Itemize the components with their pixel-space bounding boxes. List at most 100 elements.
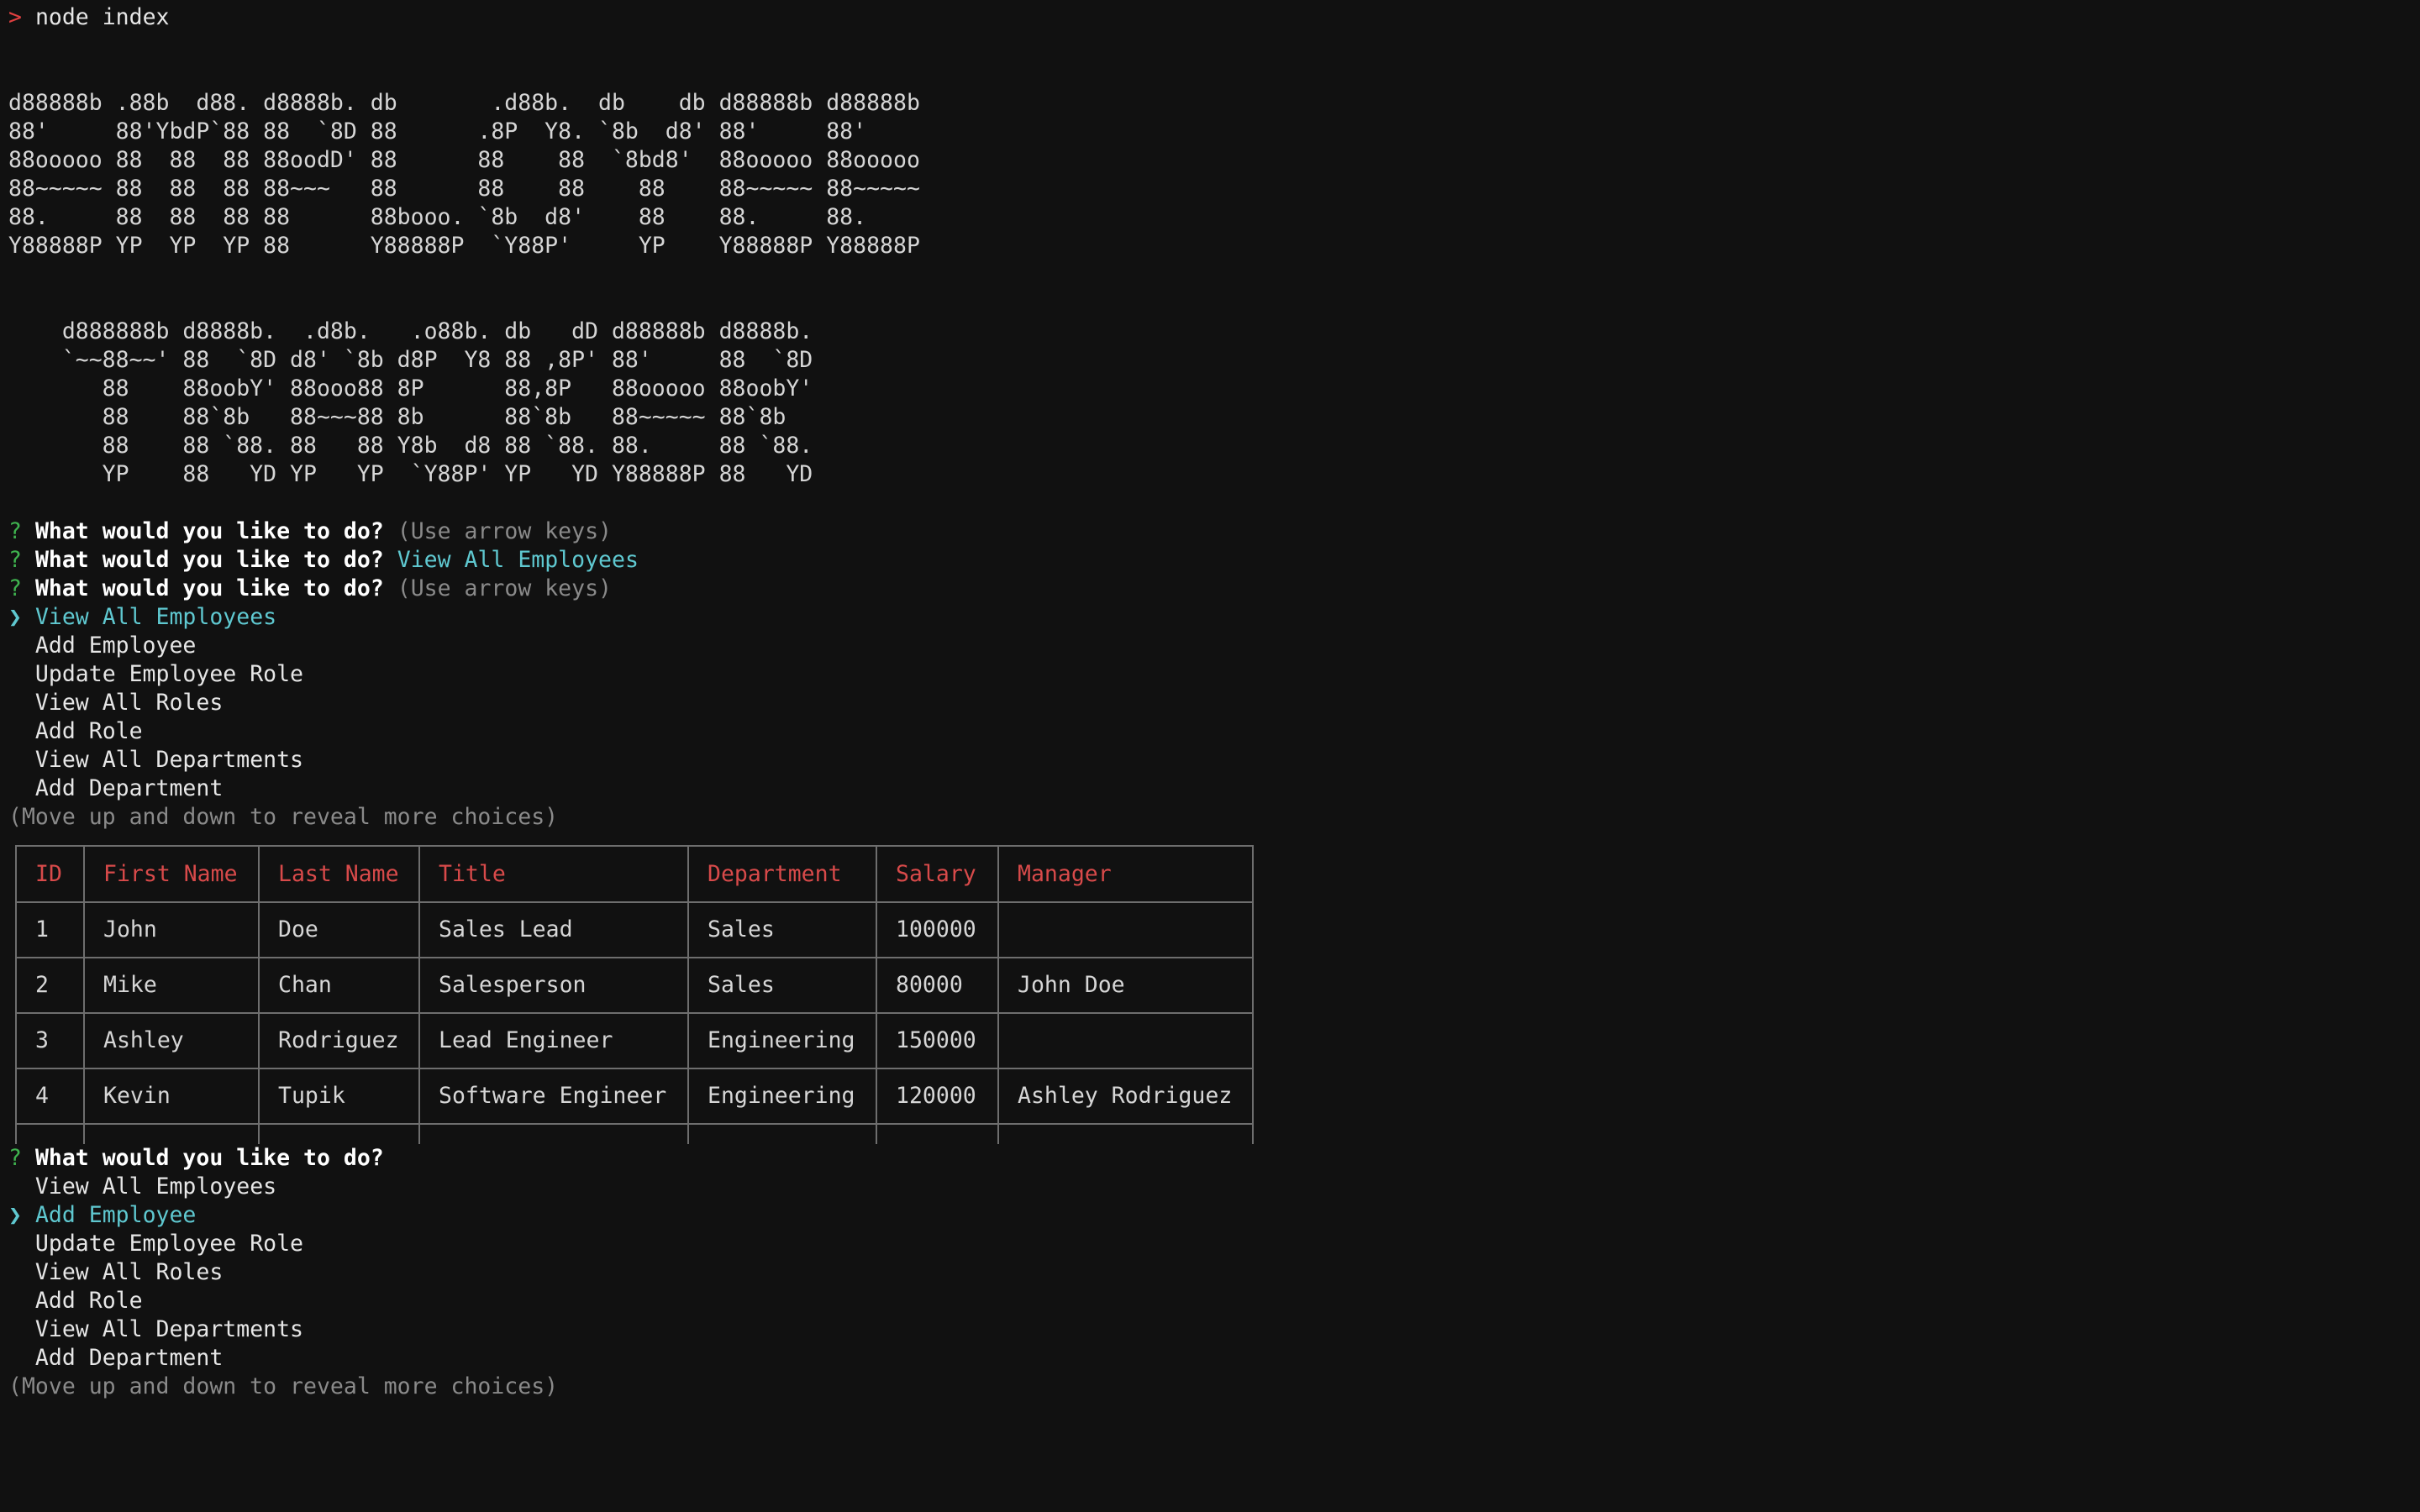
question-mark: ? bbox=[8, 547, 22, 573]
question-text: What would you like to do? bbox=[34, 575, 384, 601]
menu-item[interactable]: Add Role bbox=[8, 717, 143, 746]
table-cell: Software Engineer bbox=[418, 1068, 689, 1125]
menu-item-label: Add Department bbox=[34, 1345, 224, 1371]
table-cell: Sales Lead bbox=[418, 901, 689, 958]
prompt-line: ? What would you like to do? bbox=[8, 1144, 384, 1173]
table-cell: Chan bbox=[258, 957, 420, 1014]
menu-item-selected[interactable]: ❯ View All Employees bbox=[8, 603, 276, 632]
table-cell: Lead Engineer bbox=[418, 1012, 689, 1069]
command-text: node index bbox=[34, 4, 170, 30]
menu-item[interactable]: Update Employee Role bbox=[8, 1230, 303, 1258]
menu-item[interactable]: View All Employees bbox=[8, 1173, 276, 1201]
menu-item[interactable]: View All Roles bbox=[8, 1258, 223, 1287]
question-mark: ? bbox=[8, 575, 22, 601]
banner-tracker-line: `~~88~~' 88 `8D d8' `8b d8P Y8 88 ,8P' 8… bbox=[8, 347, 813, 373]
table-row: 2 Mike Chan Salesperson Sales 80000 John… bbox=[17, 957, 1252, 1014]
table-cell: 80000 bbox=[876, 957, 999, 1014]
menu-item-label: Update Employee Role bbox=[34, 661, 304, 687]
prompt-line-answered: ? What would you like to do? View All Em… bbox=[8, 546, 639, 575]
table-cell: Kevin bbox=[83, 1068, 260, 1125]
menu-item[interactable]: Add Role bbox=[8, 1287, 143, 1315]
employees-table: ID First Name Last Name Title Department… bbox=[15, 845, 1254, 1144]
question-text: What would you like to do? bbox=[34, 547, 384, 573]
table-cell: Engineering bbox=[687, 1068, 877, 1125]
banner-employee-line: 88. 88 88 88 88 88booo. `8b d8' 88 88. 8… bbox=[8, 204, 867, 230]
question-mark: ? bbox=[8, 518, 22, 544]
question-mark: ? bbox=[8, 1145, 22, 1171]
table-cell: 3 bbox=[17, 1012, 85, 1069]
banner-employee-line: Y88888P YP YP YP 88 Y88888P `Y88P' YP Y8… bbox=[8, 233, 920, 259]
more-choices-hint: (Move up and down to reveal more choices… bbox=[8, 1373, 559, 1399]
table-cell: Ashley bbox=[83, 1012, 260, 1069]
menu-item-selected[interactable]: ❯ Add Employee bbox=[8, 1201, 196, 1230]
hint-text: (Use arrow keys) bbox=[397, 518, 613, 544]
menu-item[interactable]: View All Departments bbox=[8, 1315, 303, 1344]
menu-item-label: View All Employees bbox=[34, 604, 277, 630]
menu-item-label: View All Departments bbox=[34, 747, 304, 773]
banner-employee-line: 88~~~~~ 88 88 88 88~~~ 88 88 88 88 88~~~… bbox=[8, 176, 920, 202]
column-header: Salary bbox=[876, 847, 999, 903]
menu-item[interactable]: Add Department bbox=[8, 1344, 223, 1373]
table-cell: 150000 bbox=[876, 1012, 999, 1069]
hint-text: (Use arrow keys) bbox=[397, 575, 613, 601]
table-cell: Ashley Rodriguez bbox=[997, 1068, 1252, 1125]
banner-tracker-line: 88 88`8b 88~~~88 8b 88`8b 88~~~~~ 88`8b bbox=[8, 404, 786, 430]
question-text: What would you like to do? bbox=[34, 518, 384, 544]
table-cell: Engineering bbox=[687, 1012, 877, 1069]
table-cell: 1 bbox=[17, 901, 85, 958]
table-cell: Sales bbox=[687, 957, 877, 1014]
banner-tracker-line: YP 88 YD YP YP `Y88P' YP YD Y88888P 88 Y… bbox=[8, 461, 813, 487]
banner-employee-line: 88' 88'YbdP`88 88 `8D 88 .8P Y8. `8b d8'… bbox=[8, 118, 867, 144]
column-header: First Name bbox=[83, 847, 260, 903]
prompt-line: ? What would you like to do? (Use arrow … bbox=[8, 517, 612, 546]
answer-text: View All Employees bbox=[397, 547, 639, 573]
menu-item-label: View All Employees bbox=[34, 1173, 277, 1200]
menu-item-label: Update Employee Role bbox=[34, 1231, 304, 1257]
column-header: Manager bbox=[997, 847, 1252, 903]
table-cell bbox=[997, 1012, 1252, 1069]
table-cell: John Doe bbox=[997, 957, 1252, 1014]
terminal-window[interactable]: > node index d88888b .88b d88. d8888b. d… bbox=[0, 0, 2420, 1512]
table-cell: John bbox=[83, 901, 260, 958]
table-row: 1 John Doe Sales Lead Sales 100000 bbox=[17, 901, 1252, 958]
column-header: Last Name bbox=[258, 847, 420, 903]
table-row-cutoff bbox=[17, 1123, 1252, 1144]
banner-employee-line: d88888b .88b d88. d8888b. db .d88b. db d… bbox=[8, 90, 920, 116]
question-text: What would you like to do? bbox=[34, 1145, 384, 1171]
table-cell: Salesperson bbox=[418, 957, 689, 1014]
menu-item-label: Add Role bbox=[34, 718, 143, 744]
table-row: 4 Kevin Tupik Software Engineer Engineer… bbox=[17, 1068, 1252, 1125]
table-row: 3 Ashley Rodriguez Lead Engineer Enginee… bbox=[17, 1012, 1252, 1069]
menu-item-label: View All Roles bbox=[34, 1259, 224, 1285]
menu-item-label: Add Role bbox=[34, 1288, 143, 1314]
menu-item[interactable]: Add Employee bbox=[8, 632, 196, 660]
table-cell: Tupik bbox=[258, 1068, 420, 1125]
banner-employee-line: 88ooooo 88 88 88 88oodD' 88 88 88 `8bd8'… bbox=[8, 147, 920, 173]
banner-tracker-line: 88 88oobY' 88ooo88 8P 88,8P 88ooooo 88oo… bbox=[8, 375, 813, 402]
pointer-icon: ❯ bbox=[8, 604, 22, 630]
table-cell: 2 bbox=[17, 957, 85, 1014]
banner-tracker-line: d888888b d8888b. .d8b. .o88b. db dD d888… bbox=[8, 318, 813, 344]
prompt-line: ? What would you like to do? (Use arrow … bbox=[8, 575, 612, 603]
column-header: Title bbox=[418, 847, 689, 903]
banner-tracker-line: 88 88 `88. 88 88 Y8b d8 88 `88. 88. 88 `… bbox=[8, 433, 813, 459]
table-header-row: ID First Name Last Name Title Department… bbox=[17, 847, 1252, 903]
pointer-icon: ❯ bbox=[8, 1202, 22, 1228]
column-header: ID bbox=[17, 847, 85, 903]
table-cell: Rodriguez bbox=[258, 1012, 420, 1069]
menu-item[interactable]: View All Roles bbox=[8, 689, 223, 717]
table-cell: 120000 bbox=[876, 1068, 999, 1125]
menu-item[interactable]: Add Department bbox=[8, 774, 223, 803]
menu-item-label: Add Department bbox=[34, 775, 224, 801]
table-cell: Doe bbox=[258, 901, 420, 958]
menu-item[interactable]: View All Departments bbox=[8, 746, 303, 774]
table-cell: 100000 bbox=[876, 901, 999, 958]
menu-item[interactable]: Update Employee Role bbox=[8, 660, 303, 689]
menu-item-label: Add Employee bbox=[34, 1202, 197, 1228]
table-cell bbox=[997, 901, 1252, 958]
command-line: > node index bbox=[8, 3, 169, 32]
menu-item-label: Add Employee bbox=[34, 633, 197, 659]
table-cell: Sales bbox=[687, 901, 877, 958]
column-header: Department bbox=[687, 847, 877, 903]
prompt-symbol: > bbox=[8, 4, 22, 30]
